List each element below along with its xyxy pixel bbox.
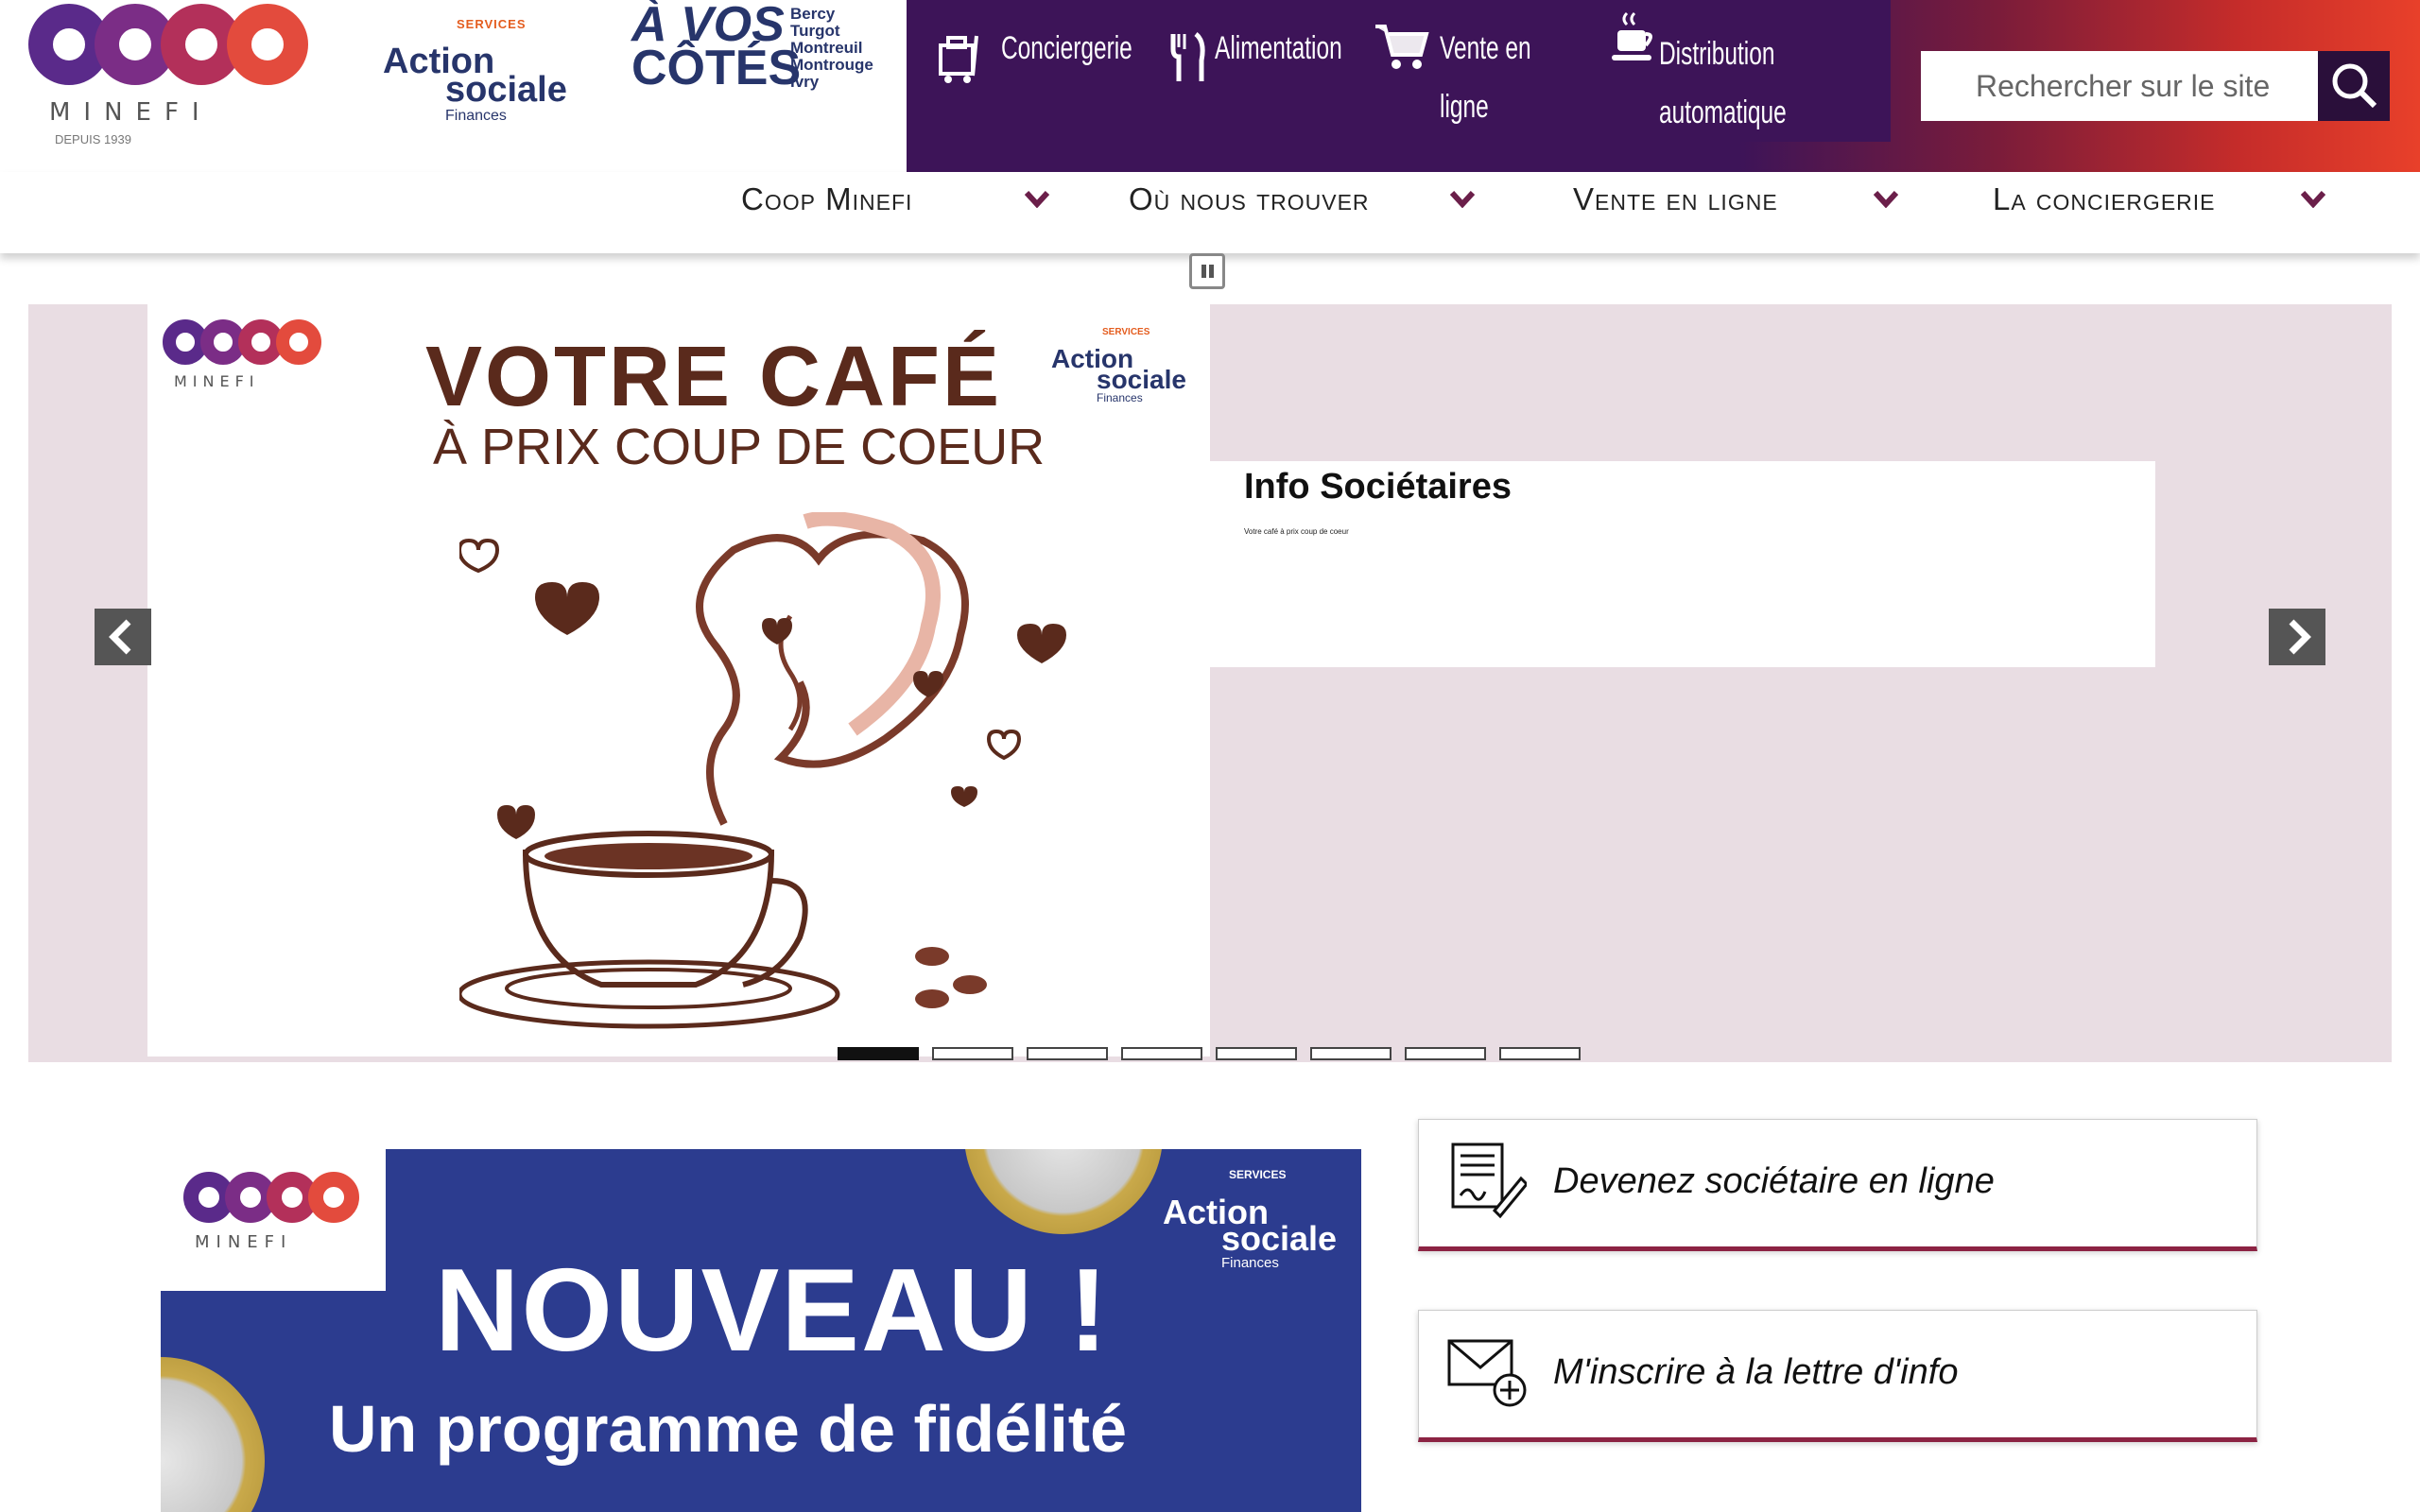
caption-text: Votre café à prix coup de coeur — [1244, 527, 1349, 536]
as-logo-services: SERVICES — [457, 17, 527, 31]
promo-subline: Un programme de fidélité — [329, 1392, 1128, 1466]
newsletter-signup-card[interactable]: M'inscrire à la lettre d'info — [1418, 1310, 2257, 1442]
a-vos-cotes-logo[interactable]: À VOS CÔTÉS Bercy Turgot Montreuil Montr… — [631, 0, 877, 99]
site-header: MINEFI DEPUIS 1939 SERVICES Action socia… — [0, 0, 2420, 172]
slide-action-sociale-logo: SERVICES Action sociale Finances — [1051, 323, 1202, 408]
shopping-cart-icon — [1375, 25, 1429, 69]
slide-subtitle: À PRIX COUP DE COEUR — [433, 419, 1046, 475]
carousel-prev-button[interactable] — [95, 609, 151, 665]
slide-coop-name: MINEFI — [174, 372, 260, 390]
promo-coop-logo: MINEFI — [161, 1149, 386, 1291]
carousel-next-button[interactable] — [2269, 609, 2325, 665]
search-button[interactable] — [2318, 51, 2390, 121]
promo-as-services: SERVICES — [1229, 1168, 1287, 1181]
site-search — [1921, 51, 2390, 121]
promo-headline: NOUVEAU ! — [435, 1246, 1110, 1376]
avc-town: Ivry — [790, 73, 820, 91]
search-icon — [2332, 63, 2377, 109]
slide-as-services: SERVICES — [1102, 327, 1150, 337]
service-vente-en-ligne[interactable]: Vente en ligne — [1374, 19, 1563, 132]
nav-coop-minefi[interactable]: Coop Minefi — [741, 181, 1063, 238]
caption-title: Info Sociétaires — [1244, 467, 1512, 507]
coffee-cup-illustration — [459, 512, 1066, 1029]
action-sociale-logo[interactable]: SERVICES Action sociale Finances — [383, 17, 572, 124]
promo-as-line2: sociale — [1221, 1219, 1338, 1258]
carousel-pause-button[interactable] — [1189, 253, 1225, 289]
carousel-dot[interactable] — [1121, 1047, 1202, 1060]
avc-town: Montreuil — [790, 39, 863, 57]
card-label: Devenez sociétaire en ligne — [1553, 1161, 1995, 1201]
carousel-dot[interactable] — [1310, 1047, 1392, 1060]
promo-action-sociale-logo: SERVICES Action sociale Finances — [1163, 1168, 1352, 1272]
nav-label: Coop Minefi — [741, 181, 913, 216]
carousel: MINEFI VOTRE CAFÉ À PRIX COUP DE COEUR S… — [28, 304, 2392, 1062]
chevron-down-icon — [2301, 191, 2325, 208]
nav-label: Où nous trouver — [1129, 181, 1370, 216]
nav-vente-en-ligne[interactable]: Vente en ligne — [1573, 181, 1913, 238]
avc-town: Montrouge — [790, 56, 873, 74]
carousel-pagination — [838, 1047, 1584, 1062]
chevron-down-icon — [1450, 191, 1475, 208]
service-label: Alimentation — [1215, 30, 1342, 66]
euro-coin-image — [161, 1357, 265, 1512]
service-distribution-automatique[interactable]: Distribution automatique — [1606, 9, 1852, 132]
service-label: Vente en ligne — [1440, 30, 1531, 125]
services-menu: Conciergerie Alimentation Vente en ligne — [907, 0, 1891, 142]
promo-coop-name: MINEFI — [195, 1232, 293, 1252]
coop-logo-name: MINEFI — [49, 98, 213, 127]
carousel-caption[interactable]: Info Sociétaires Votre café à prix coup … — [1210, 461, 2155, 667]
coop-minefi-logo[interactable]: MINEFI DEPUIS 1939 — [28, 0, 321, 151]
carousel-dot[interactable] — [838, 1047, 919, 1060]
chevron-left-icon — [109, 619, 131, 655]
avc-town: Turgot — [790, 22, 840, 40]
fork-knife-icon — [1170, 32, 1205, 81]
carousel-dot[interactable] — [1499, 1047, 1581, 1060]
service-alimentation[interactable]: Alimentation — [1162, 19, 1351, 85]
as-logo-line2: sociale — [445, 70, 567, 110]
slide-as-line3: Finances — [1097, 391, 1143, 404]
service-label: Conciergerie — [1001, 30, 1132, 66]
chevron-down-icon — [1025, 191, 1049, 208]
avc-town: Bercy — [790, 5, 836, 23]
avc-line2: CÔTÉS — [631, 41, 802, 95]
coop-wordmark — [28, 0, 321, 104]
service-conciergerie[interactable]: Conciergerie — [935, 19, 1132, 85]
carousel-slide-image[interactable]: MINEFI VOTRE CAFÉ À PRIX COUP DE COEUR S… — [147, 304, 1210, 1057]
nav-ou-nous-trouver[interactable]: Où nous trouver — [1129, 181, 1488, 238]
nav-label: Vente en ligne — [1573, 181, 1778, 216]
slide-coop-logo: MINEFI — [163, 319, 333, 404]
envelope-plus-icon — [1447, 1339, 1527, 1407]
become-member-card[interactable]: Devenez sociétaire en ligne — [1418, 1119, 2257, 1251]
main-nav: Coop Minefi Où nous trouver Vente en lig… — [0, 172, 2420, 253]
card-label: M'inscrire à la lettre d'info — [1553, 1352, 1959, 1392]
slide-title: VOTRE CAFÉ — [425, 330, 1003, 424]
nav-label: La conciergerie — [1993, 181, 2216, 216]
service-label: Distribution automatique — [1659, 36, 1787, 130]
as-logo-line3: Finances — [445, 108, 507, 124]
nav-la-conciergerie[interactable]: La conciergerie — [1993, 181, 2333, 238]
chevron-down-icon — [1874, 191, 1898, 208]
chevron-right-icon — [2289, 619, 2311, 655]
promo-as-line3: Finances — [1221, 1255, 1279, 1271]
carousel-dot[interactable] — [1405, 1047, 1486, 1060]
carousel-dot[interactable] — [932, 1047, 1013, 1060]
search-input[interactable] — [1921, 51, 2318, 121]
concierge-bag-icon — [939, 35, 978, 83]
coop-logo-since: DEPUIS 1939 — [55, 132, 131, 146]
carousel-dot[interactable] — [1216, 1047, 1297, 1060]
signed-document-icon — [1451, 1143, 1527, 1219]
carousel-dot[interactable] — [1027, 1047, 1108, 1060]
loyalty-promo-banner[interactable]: MINEFI SERVICES Action sociale Finances … — [161, 1149, 1361, 1512]
hot-drink-cup-icon — [1612, 11, 1652, 60]
euro-coin-image — [964, 1149, 1163, 1234]
avc-towns: Bercy Turgot Montreuil Montrouge Ivry — [790, 6, 873, 91]
